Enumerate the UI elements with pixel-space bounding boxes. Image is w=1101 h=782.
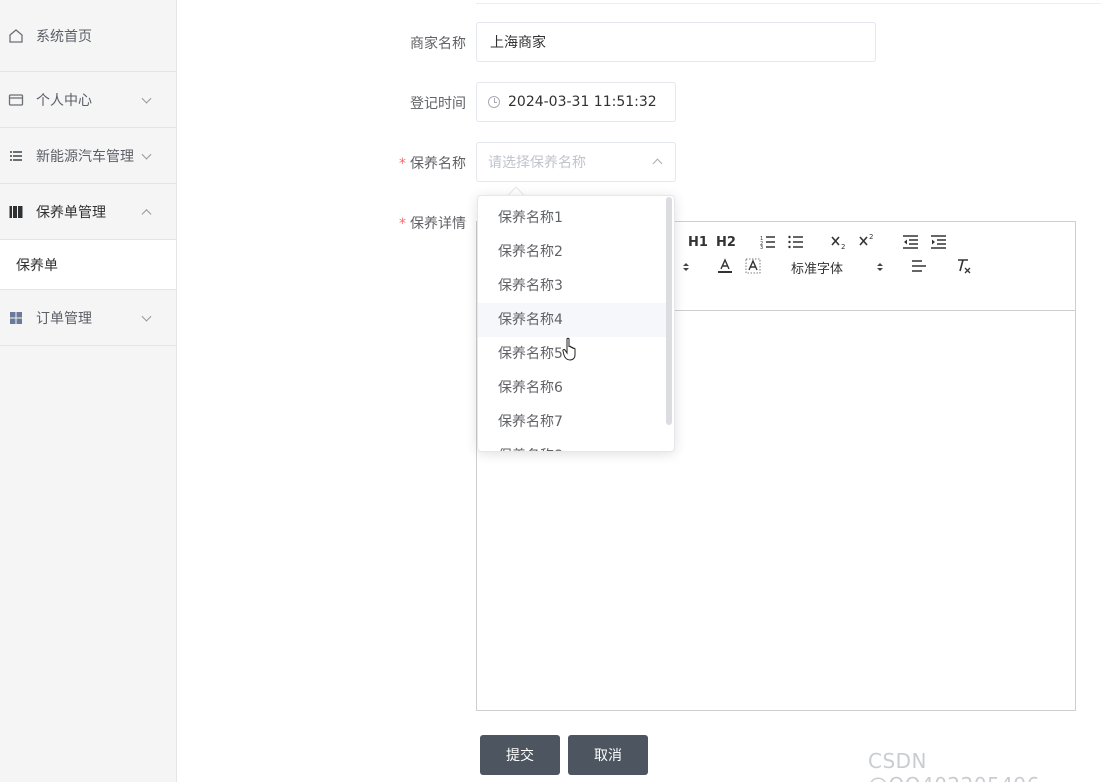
dropdown-option[interactable]: 保养名称2 (478, 235, 668, 269)
dropdown-option[interactable]: 保养名称8 (478, 439, 668, 451)
maintenance-name-label: * 保养名称 (366, 153, 466, 173)
subscript-icon[interactable]: 2 (831, 234, 847, 250)
chevron-down-icon (141, 93, 152, 104)
header2-button[interactable]: H2 (716, 236, 736, 250)
watermark: CSDN @QQ402205496 (868, 749, 1040, 782)
superscript-icon[interactable]: 2 (859, 232, 875, 248)
list-icon (8, 148, 24, 164)
background-color-icon[interactable] (745, 258, 761, 274)
book-icon (8, 204, 24, 220)
submit-button[interactable]: 提交 (480, 735, 560, 775)
register-time-value: 2024-03-31 11:51:32 (508, 94, 657, 110)
merchant-name-label: 商家名称 (410, 36, 466, 52)
maintenance-detail-label: * 保养详情 (366, 213, 466, 233)
svg-text:2: 2 (841, 243, 845, 250)
required-mark: * (399, 156, 406, 172)
sidebar-subitem-maintenance-order[interactable]: 保养单 (0, 240, 176, 290)
top-divider (476, 0, 1101, 4)
sidebar-item-label: 订单管理 (36, 310, 92, 327)
sidebar-item-label: 个人中心 (36, 92, 92, 109)
register-time-label: 登记时间 (410, 96, 466, 112)
ordered-list-icon[interactable]: 123 (760, 235, 776, 249)
merchant-name-field[interactable]: 上海商家 (476, 22, 876, 62)
maintenance-name-select[interactable]: 请选择保养名称 (476, 142, 676, 182)
text-color-icon[interactable] (717, 258, 733, 274)
sidebar-item-order-management[interactable]: 订单管理 (0, 290, 176, 346)
grid-icon (8, 310, 24, 326)
chevron-up-icon (652, 158, 663, 169)
bullet-list-icon[interactable] (788, 235, 804, 249)
align-icon[interactable] (911, 260, 927, 273)
sidebar-item-maintenance-management[interactable]: 保养单管理 (0, 184, 176, 240)
sidebar-item-personal-center[interactable]: 个人中心 (0, 72, 176, 128)
size-select-arrows-icon[interactable] (682, 261, 690, 273)
sidebar-item-label: 保养单管理 (36, 204, 106, 221)
sidebar: 系统首页 个人中心 新能源汽车管理 保养单管理 保养单 订单管理 (0, 0, 177, 782)
maintenance-name-dropdown: 保养名称1 保养名称2 保养名称3 保养名称4 保养名称5 保养名称6 保养名称… (477, 195, 675, 452)
dropdown-option[interactable]: 保养名称7 (478, 405, 668, 439)
font-select-arrows-icon[interactable] (876, 261, 884, 273)
outdent-icon[interactable] (903, 235, 918, 249)
maintenance-name-label-text: 保养名称 (410, 156, 466, 172)
clock-icon (488, 96, 500, 108)
clear-format-icon[interactable] (955, 257, 971, 275)
font-select[interactable]: 标准字体 (791, 258, 843, 277)
sidebar-item-home[interactable]: 系统首页 (0, 0, 176, 72)
dropdown-option[interactable]: 保养名称3 (478, 269, 668, 303)
chevron-down-icon (141, 149, 152, 160)
maintenance-detail-label-text: 保养详情 (410, 216, 466, 232)
indent-icon[interactable] (931, 235, 946, 249)
chevron-down-icon (141, 311, 152, 322)
home-icon (8, 28, 24, 44)
sidebar-item-label: 系统首页 (36, 28, 92, 45)
merchant-name-value: 上海商家 (490, 35, 546, 51)
header1-button[interactable]: H1 (688, 236, 708, 250)
dropdown-option-hovered[interactable]: 保养名称4 (478, 303, 668, 337)
sidebar-item-ev-management[interactable]: 新能源汽车管理 (0, 128, 176, 184)
chevron-up-icon (141, 208, 152, 219)
dropdown-scrollbar[interactable] (666, 197, 672, 425)
register-time-field[interactable]: 2024-03-31 11:51:32 (476, 82, 676, 122)
sidebar-item-label: 新能源汽车管理 (36, 148, 134, 165)
svg-text:3: 3 (760, 245, 763, 249)
maintenance-name-placeholder: 请选择保养名称 (488, 155, 586, 171)
required-mark: * (399, 216, 406, 232)
cancel-button[interactable]: 取消 (568, 735, 648, 775)
svg-text:2: 2 (869, 233, 873, 241)
dropdown-option[interactable]: 保养名称1 (478, 201, 668, 235)
hand-cursor-icon (562, 337, 576, 361)
wallet-icon (8, 92, 24, 108)
dropdown-option[interactable]: 保养名称6 (478, 371, 668, 405)
